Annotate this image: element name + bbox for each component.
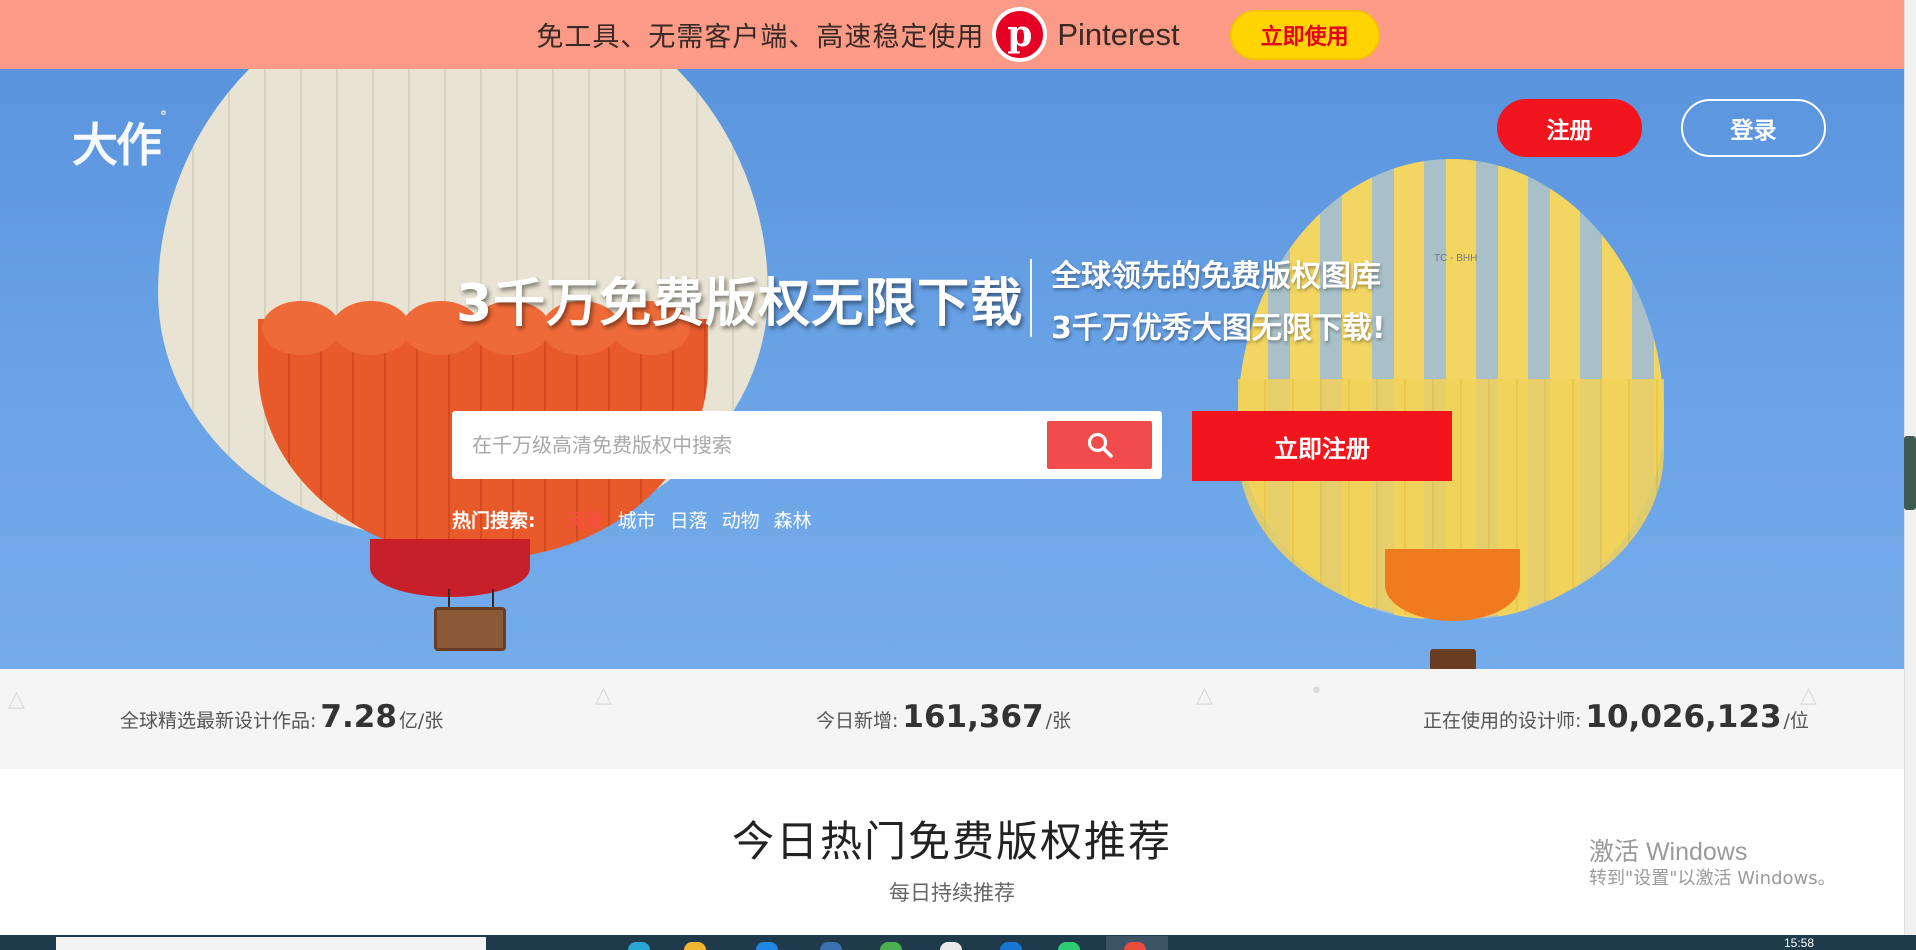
hot-tag-sunset[interactable]: 日落 [670, 506, 708, 533]
app-icon[interactable] [940, 942, 962, 950]
windows-activation-hint: 转到"设置"以激活 Windows。 [1589, 868, 1836, 889]
stat-unit: /张 [1045, 710, 1072, 732]
stat-unit: /位 [1783, 710, 1809, 732]
stat-unit: 亿/张 [398, 710, 444, 732]
pinterest-logo-icon: p [992, 7, 1048, 62]
hot-tag-scenery[interactable]: 风景 [566, 506, 604, 533]
stat-value: 10,026,123 [1585, 699, 1782, 735]
search-icon [1087, 432, 1113, 458]
promo-use-now-button[interactable]: 立即使用 [1229, 9, 1380, 60]
hero-divider [1030, 259, 1032, 337]
hero-headline: 3千万免费版权无限下载 [456, 274, 1024, 334]
register-button[interactable]: 注册 [1497, 99, 1642, 157]
register-now-button[interactable]: 立即注册 [1192, 411, 1452, 481]
hero-subtitle-2: 3千万优秀大图无限下载! [1051, 311, 1386, 346]
stat-value: 7.28 [320, 699, 397, 735]
balloon-registration-mark: TC - BHH [1434, 253, 1478, 264]
search-box [452, 411, 1162, 479]
stat-label: 今日新增: [816, 710, 899, 732]
app-icon[interactable] [820, 942, 842, 950]
hot-searches: 热门搜索: 风景 城市 日落 动物 森林 [452, 506, 826, 533]
taskbar-clock[interactable]: 15:58 [1784, 936, 1814, 950]
hero-subtitle-1: 全球领先的免费版权图库 [1051, 259, 1381, 294]
hot-tag-city[interactable]: 城市 [618, 506, 656, 533]
file-explorer-icon[interactable] [684, 942, 706, 950]
balloon-scallop [332, 301, 410, 355]
stat-today-new: 今日新增: 161,367 /张 [816, 699, 1071, 735]
site-logo[interactable]: 大作° [72, 109, 167, 175]
hot-tag-animal[interactable]: 动物 [722, 506, 760, 533]
promo-banner[interactable]: 免工具、无需客户端、高速稳定使用 p Pinterest 立即使用 [0, 0, 1916, 69]
stat-designers: 正在使用的设计师: 10,026,123 /位 [1423, 699, 1809, 735]
promo-text: 免工具、无需客户端、高速稳定使用 [536, 22, 985, 53]
hot-tag-forest[interactable]: 森林 [774, 506, 812, 533]
search-button[interactable] [1047, 421, 1152, 469]
taskbar-search-box[interactable] [56, 937, 486, 950]
decor-triangle-icon: △ [8, 687, 25, 712]
decor-triangle-icon: △ [1196, 683, 1213, 708]
pinterest-logo-letter: p [1007, 12, 1033, 55]
decor-triangle-icon: △ [595, 683, 612, 708]
stat-label: 全球精选最新设计作品: [120, 710, 317, 732]
balloon-left-basket [434, 607, 506, 651]
page: 免工具、无需客户端、高速稳定使用 p Pinterest 立即使用 TC - B… [0, 0, 1916, 950]
edge-icon[interactable] [628, 942, 650, 950]
stat-value: 161,367 [902, 699, 1044, 735]
stat-label: 正在使用的设计师: [1423, 710, 1582, 732]
browser-icon[interactable] [1000, 942, 1022, 950]
hero-banner: TC - BHH 大作° 注册 登录 3千万免费版权无限下载 全球领先的免费版权… [0, 69, 1916, 669]
hot-search-label: 热门搜索: [452, 510, 536, 532]
stat-total-works: 全球精选最新设计作品: 7.28 亿/张 [120, 699, 443, 735]
stats-bar: △ △ △ △ • 全球精选最新设计作品: 7.28 亿/张 今日新增: 161… [0, 669, 1916, 769]
chrome-icon[interactable] [880, 942, 902, 950]
balloon-right-skirt [1385, 549, 1520, 621]
wechat-icon[interactable] [1058, 942, 1080, 950]
active-app-icon[interactable] [1124, 942, 1146, 950]
store-icon[interactable] [756, 942, 778, 950]
decor-dot-icon: • [1310, 679, 1323, 704]
balloon-right-basket [1430, 649, 1476, 669]
balloon-left-bottom [370, 539, 530, 597]
windows-activation-watermark: 激活 Windows [1589, 838, 1748, 866]
balloon-scallop [262, 301, 340, 355]
scrollbar-thumb[interactable] [1904, 436, 1916, 510]
promo-brand: Pinterest [1057, 16, 1180, 52]
login-button[interactable]: 登录 [1681, 99, 1826, 157]
search-input[interactable] [472, 411, 1032, 479]
